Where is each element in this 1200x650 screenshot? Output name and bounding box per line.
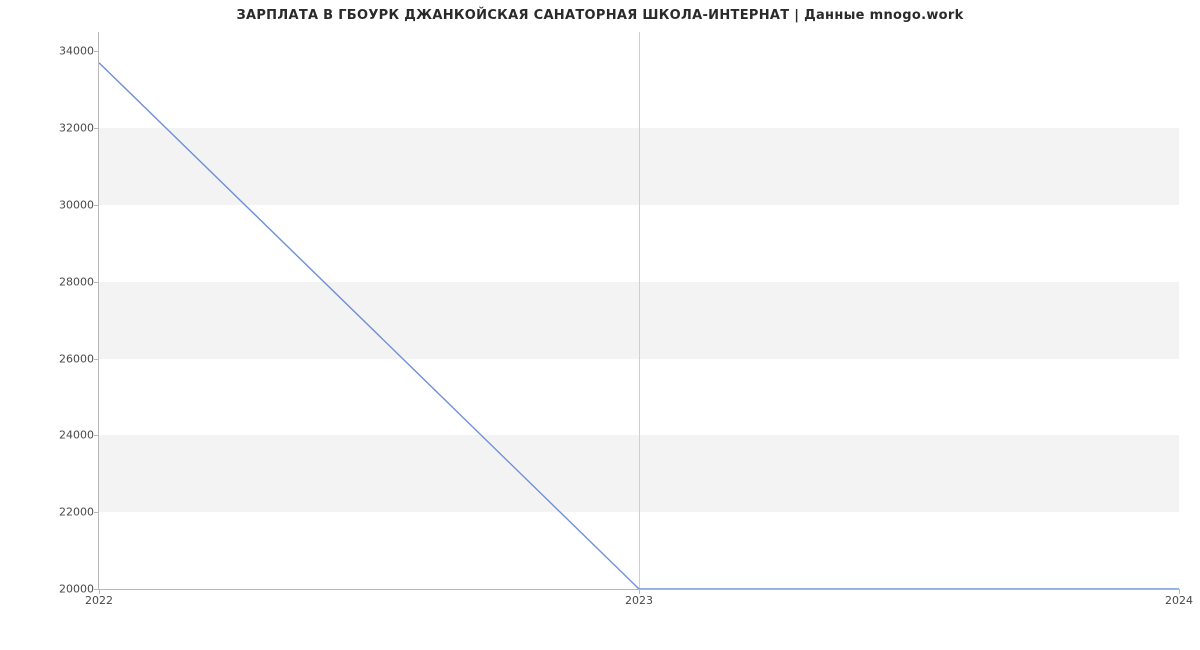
- x-tick-label: 2023: [625, 594, 653, 607]
- x-tick-mark: [99, 589, 100, 594]
- x-tick-label: 2022: [85, 594, 113, 607]
- plot-area: [99, 32, 1179, 589]
- y-tick-label: 20000: [14, 583, 94, 596]
- chart-title: ЗАРПЛАТА В ГБОУРК ДЖАНКОЙСКАЯ САНАТОРНАЯ…: [0, 8, 1200, 23]
- x-tick-mark: [639, 589, 640, 594]
- y-tick-mark: [94, 512, 99, 513]
- y-axis-line: [98, 32, 99, 589]
- x-tick-label: 2024: [1165, 594, 1193, 607]
- y-tick-mark: [94, 51, 99, 52]
- y-tick-label: 28000: [14, 275, 94, 288]
- y-tick-mark: [94, 435, 99, 436]
- y-tick-label: 26000: [14, 352, 94, 365]
- y-tick-label: 24000: [14, 429, 94, 442]
- x-tick-mark: [1179, 589, 1180, 594]
- y-tick-mark: [94, 128, 99, 129]
- y-tick-label: 30000: [14, 198, 94, 211]
- y-tick-label: 22000: [14, 506, 94, 519]
- y-tick-label: 34000: [14, 45, 94, 58]
- y-tick-mark: [94, 359, 99, 360]
- salary-line-chart: ЗАРПЛАТА В ГБОУРК ДЖАНКОЙСКАЯ САНАТОРНАЯ…: [0, 0, 1200, 650]
- y-tick-mark: [94, 205, 99, 206]
- y-tick-label: 32000: [14, 122, 94, 135]
- data-line: [99, 32, 1179, 589]
- y-tick-mark: [94, 282, 99, 283]
